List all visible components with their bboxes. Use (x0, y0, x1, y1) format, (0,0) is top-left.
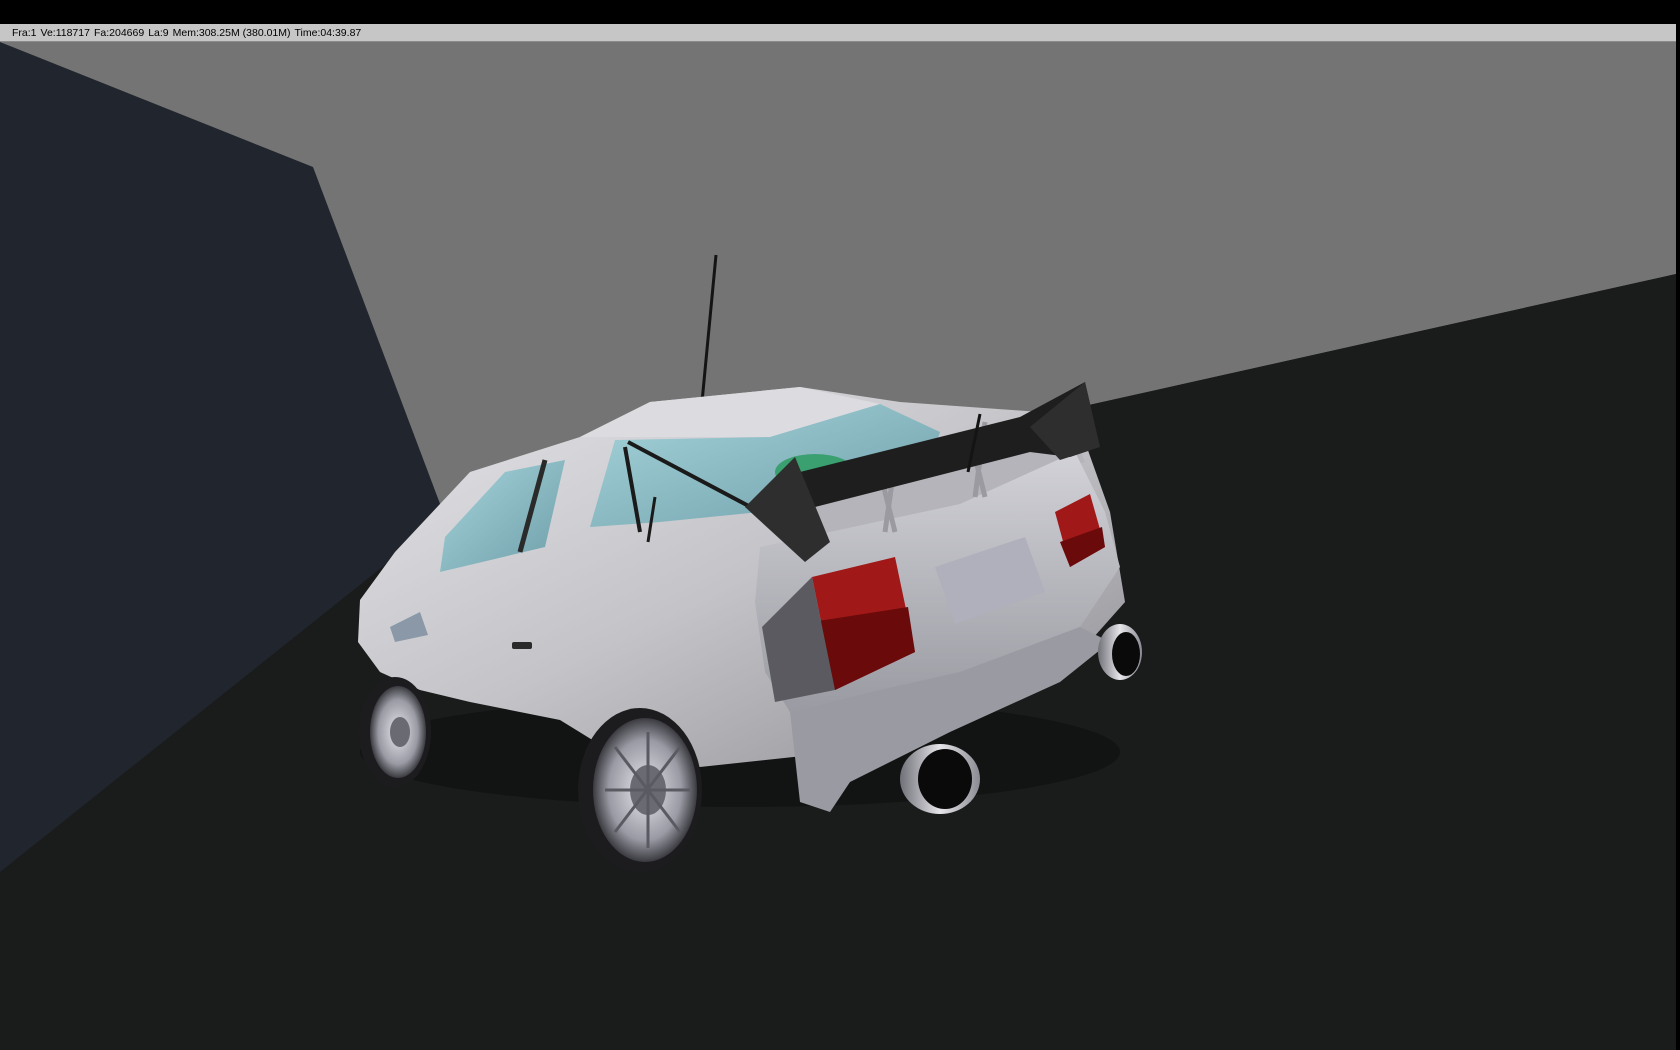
window-right-edge (1676, 24, 1680, 1050)
rear-wheel (578, 708, 702, 872)
face-count: Fa:204669 (93, 26, 145, 39)
render-status-bar: Fra:1 Ve:118717 Fa:204669 La:9 Mem:308.2… (0, 24, 1676, 42)
render-window: Fra:1 Ve:118717 Fa:204669 La:9 Mem:308.2… (0, 0, 1680, 1050)
vertex-count: Ve:118717 (40, 26, 90, 39)
lamp-count: La:9 (148, 26, 169, 39)
exhaust-right (1098, 624, 1142, 680)
memory-usage: Mem:308.25M (380.01M) (172, 26, 291, 39)
window-top-bar (0, 0, 1680, 24)
render-time: Time:04:39.87 (294, 26, 362, 39)
exhaust-left (900, 744, 980, 814)
rendered-car-image (0, 42, 1676, 1050)
rendered-image (0, 42, 1676, 1050)
front-wheel (359, 677, 431, 787)
frame-counter: Fra:1 (12, 26, 37, 39)
